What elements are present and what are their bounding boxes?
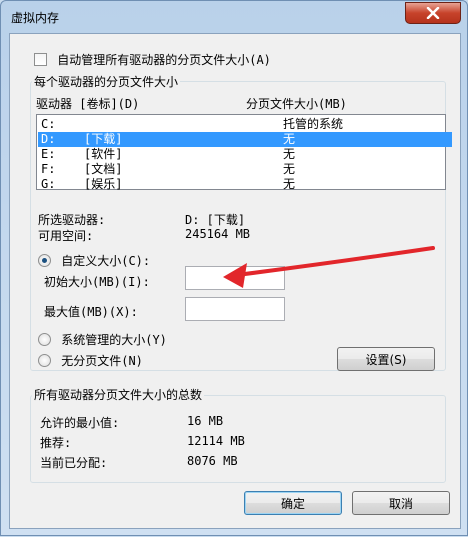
custom-size-label: 自定义大小(C): (61, 254, 151, 268)
per-drive-group-legend: 每个驱动器的分页文件大小 (32, 73, 181, 90)
drive-size: 无 (283, 132, 296, 146)
free-space-label: 可用空间: (38, 229, 94, 243)
set-button[interactable]: 设置(S) (337, 347, 435, 371)
drive-letter: D: (41, 132, 56, 146)
drive-label: [下载] (84, 132, 123, 146)
system-managed-radio-row[interactable]: 系统管理的大小(Y) (38, 331, 167, 348)
system-managed-label: 系统管理的大小(Y) (61, 333, 167, 347)
column-header-drive: 驱动器 [卷标](D) (36, 97, 140, 111)
drive-listbox[interactable]: C: 托管的系统 D: [下载] 无 E: [软件] 无 F: [文档] 无 G… (36, 114, 452, 191)
drive-letter: F: (41, 162, 56, 176)
custom-size-radio-row[interactable]: 自定义大小(C): (38, 252, 150, 269)
dialog-body: 自动管理所有驱动器的分页文件大小(A) 每个驱动器的分页文件大小 驱动器 [卷标… (9, 33, 461, 529)
custom-size-radio[interactable] (38, 254, 51, 267)
drive-list-item[interactable]: F: [文档] 无 (38, 162, 452, 177)
auto-manage-checkbox[interactable] (34, 53, 47, 66)
window-title: 虚拟内存 (11, 11, 60, 25)
totals-group-legend: 所有驱动器分页文件大小的总数 (32, 386, 205, 403)
drive-list-item[interactable]: G: [娱乐] 无 (38, 177, 452, 192)
virtual-memory-dialog: 虚拟内存 自动管理所有驱动器的分页文件大小(A) 每个驱动器的分页文件大小 驱动… (0, 0, 468, 536)
auto-manage-checkbox-row[interactable]: 自动管理所有驱动器的分页文件大小(A) (34, 51, 271, 68)
initial-size-input[interactable] (185, 266, 285, 290)
drive-label: [文档] (84, 162, 123, 176)
max-size-input[interactable] (185, 297, 285, 321)
no-paging-radio-row[interactable]: 无分页文件(N) (38, 352, 143, 369)
recommended-label: 推荐: (40, 436, 72, 450)
auto-manage-label: 自动管理所有驱动器的分页文件大小(A) (57, 53, 271, 67)
drive-size: 无 (283, 177, 296, 191)
no-paging-radio[interactable] (38, 354, 51, 367)
drive-letter: C: (41, 117, 56, 131)
allocated-value: 8076 MB (187, 454, 238, 468)
ok-button[interactable]: 确定 (244, 491, 342, 515)
title-bar[interactable]: 虚拟内存 (1, 1, 467, 33)
selected-drive-value: D: [下载] (185, 213, 246, 227)
column-header-size: 分页文件大小(MB) (246, 97, 347, 111)
recommended-value: 12114 MB (187, 434, 245, 448)
close-icon (426, 7, 440, 19)
max-size-label: 最大值(MB)(X): (44, 305, 138, 319)
cancel-button[interactable]: 取消 (352, 491, 450, 515)
drive-letter: G: (41, 177, 56, 191)
min-allowed-label: 允许的最小值: (40, 416, 120, 430)
drive-label: [软件] (84, 147, 123, 161)
system-managed-radio[interactable] (38, 333, 51, 346)
initial-size-label: 初始大小(MB)(I): (44, 275, 150, 289)
free-space-value: 245164 MB (185, 227, 251, 241)
no-paging-label: 无分页文件(N) (61, 354, 143, 368)
close-button[interactable] (405, 2, 461, 24)
drive-list-item[interactable]: E: [软件] 无 (38, 147, 452, 162)
drive-size: 托管的系统 (283, 117, 344, 131)
selected-drive-label: 所选驱动器: (38, 213, 106, 227)
drive-list-item-selected[interactable]: D: [下载] 无 (38, 132, 452, 147)
drive-letter: E: (41, 147, 56, 161)
drive-label: [娱乐] (84, 177, 123, 191)
allocated-label: 当前已分配: (40, 456, 108, 470)
min-allowed-value: 16 MB (187, 414, 224, 428)
drive-size: 无 (283, 162, 296, 176)
drive-size: 无 (283, 147, 296, 161)
drive-list-item[interactable]: C: 托管的系统 (38, 117, 452, 132)
